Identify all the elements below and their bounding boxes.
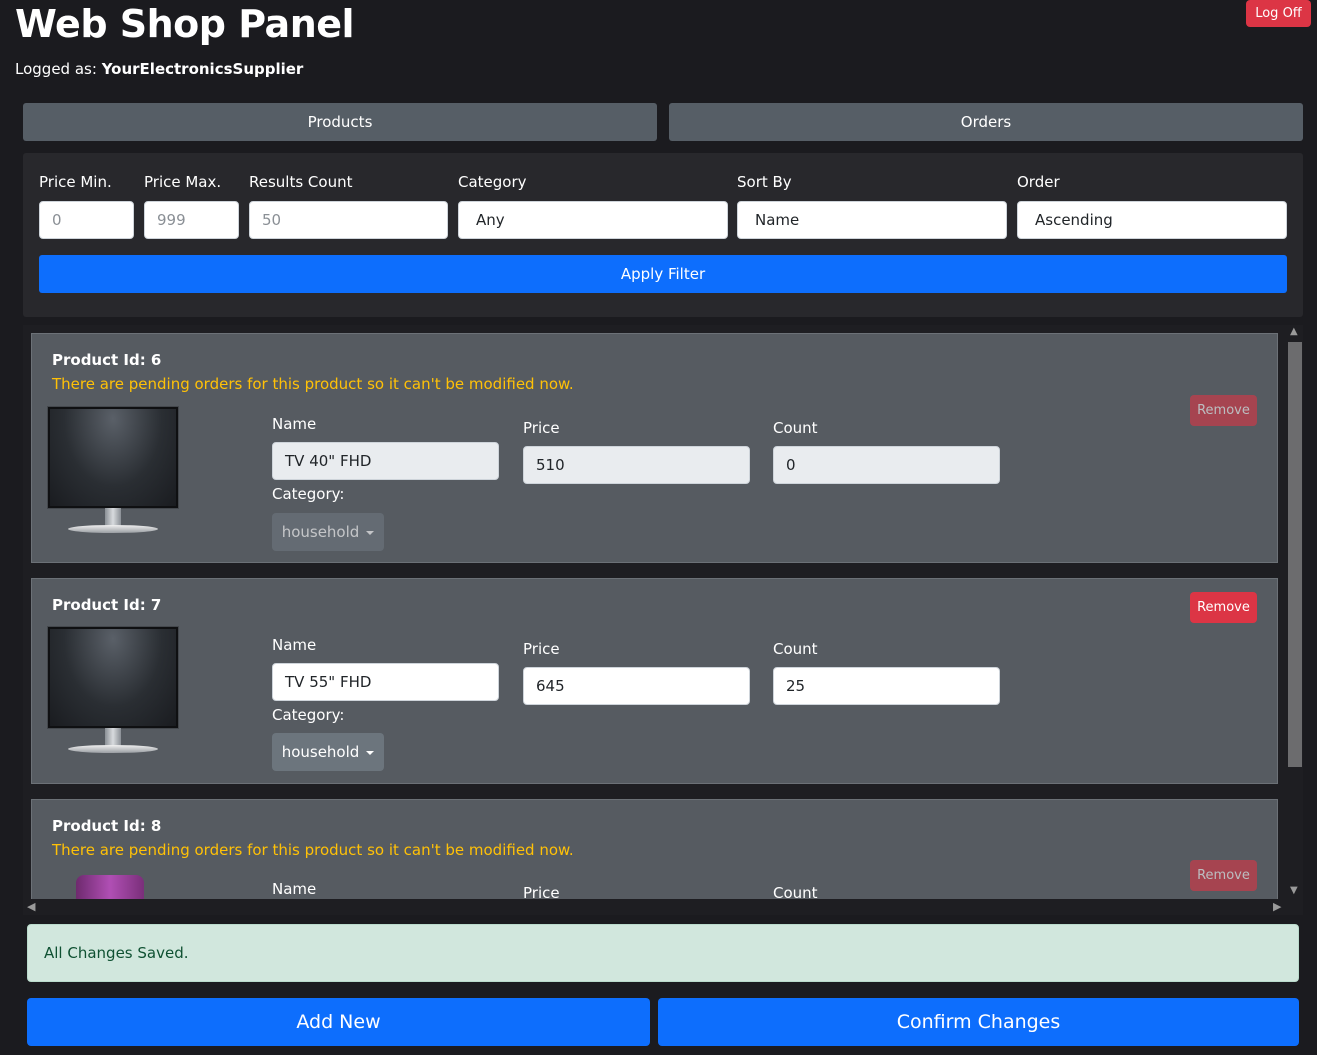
price-min-label: Price Min.	[39, 173, 112, 191]
log-off-button[interactable]: Log Off	[1246, 0, 1311, 27]
vertical-scrollbar[interactable]: ▲ ▼	[1286, 325, 1303, 899]
order-select[interactable]: Ascending	[1017, 201, 1287, 239]
tab-products[interactable]: Products	[23, 103, 657, 141]
username: YourElectronicsSupplier	[101, 60, 304, 78]
product-id: Product Id: 8	[52, 817, 162, 835]
status-message: All Changes Saved.	[27, 924, 1299, 982]
price-input[interactable]: 645	[523, 667, 750, 705]
product-image	[48, 407, 178, 539]
caret-down-icon	[366, 531, 375, 535]
remove-button[interactable]: Remove	[1190, 860, 1257, 891]
scroll-left-icon[interactable]: ◀	[27, 900, 35, 913]
results-count-input[interactable]: 50	[249, 201, 448, 239]
results-count-label: Results Count	[249, 173, 353, 191]
logged-as-prefix: Logged as:	[15, 60, 97, 78]
price-min-input[interactable]: 0	[39, 201, 134, 239]
product-image	[48, 627, 178, 759]
sort-by-select[interactable]: Name	[737, 201, 1007, 239]
name-label: Name	[272, 880, 317, 898]
remove-button[interactable]: Remove	[1190, 592, 1257, 623]
scroll-right-icon[interactable]: ▶	[1273, 900, 1281, 913]
category-value: household	[281, 743, 360, 761]
price-label: Price	[523, 640, 560, 658]
tab-orders[interactable]: Orders	[669, 103, 1303, 141]
product-card: Product Id: 6 There are pending orders f…	[31, 333, 1278, 563]
price-max-label: Price Max.	[144, 173, 222, 191]
sort-by-label: Sort By	[737, 173, 792, 191]
count-input[interactable]: 25	[773, 667, 1000, 705]
category-label: Category	[458, 173, 527, 191]
filter-panel: Price Min. 0 Price Max. 999 Results Coun…	[23, 153, 1303, 317]
confirm-changes-button[interactable]: Confirm Changes	[658, 998, 1299, 1046]
apply-filter-button[interactable]: Apply Filter	[39, 255, 1287, 293]
category-value: household	[281, 523, 360, 541]
add-new-button[interactable]: Add New	[27, 998, 650, 1046]
category-label: Category:	[272, 706, 345, 724]
scroll-up-icon[interactable]: ▲	[1290, 326, 1298, 337]
horizontal-scrollbar[interactable]: ◀ ▶	[23, 899, 1286, 915]
category-select[interactable]: Any	[458, 201, 728, 239]
product-card: Product Id: 8 There are pending orders f…	[31, 799, 1278, 915]
count-label: Count	[773, 419, 818, 437]
remove-button[interactable]: Remove	[1190, 395, 1257, 426]
logged-as-text: Logged as: YourElectronicsSupplier	[15, 60, 303, 78]
category-dropdown[interactable]: household	[272, 733, 384, 771]
scroll-down-icon[interactable]: ▼	[1290, 885, 1298, 896]
product-list[interactable]: Product Id: 6 There are pending orders f…	[23, 325, 1303, 915]
scrollbar-thumb[interactable]	[1288, 342, 1302, 767]
pending-orders-warning: There are pending orders for this produc…	[52, 375, 574, 393]
count-input[interactable]: 0	[773, 446, 1000, 484]
app-title: Web Shop Panel	[15, 2, 355, 46]
pending-orders-warning: There are pending orders for this produc…	[52, 841, 574, 859]
name-label: Name	[272, 636, 317, 654]
price-input[interactable]: 510	[523, 446, 750, 484]
price-max-input[interactable]: 999	[144, 201, 239, 239]
category-label: Category:	[272, 485, 345, 503]
order-label: Order	[1017, 173, 1060, 191]
name-input[interactable]: TV 55" FHD	[272, 663, 499, 701]
product-id: Product Id: 6	[52, 351, 162, 369]
name-label: Name	[272, 415, 317, 433]
count-label: Count	[773, 640, 818, 658]
name-input[interactable]: TV 40" FHD	[272, 442, 499, 480]
category-dropdown[interactable]: household	[272, 513, 384, 551]
product-card: Product Id: 7 Name TV 55" FHD Category: …	[31, 578, 1278, 784]
price-label: Price	[523, 419, 560, 437]
product-id: Product Id: 7	[52, 596, 162, 614]
caret-down-icon	[366, 751, 375, 755]
